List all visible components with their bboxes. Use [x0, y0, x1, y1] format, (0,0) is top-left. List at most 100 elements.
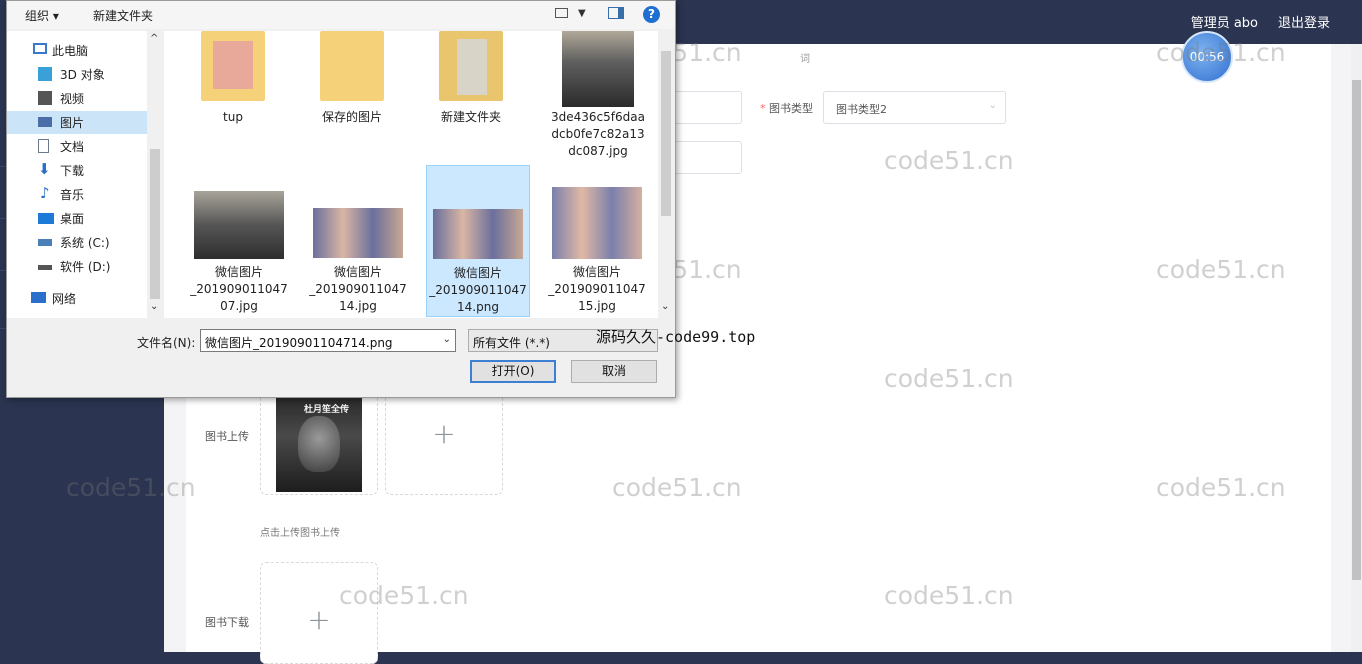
small-label: 词	[800, 54, 810, 65]
chevron-down-icon[interactable]: ▼	[578, 8, 586, 19]
filename-value: 微信图片_20190901104714.png	[205, 336, 393, 350]
nav-item-documents[interactable]: 文档	[7, 135, 147, 158]
nav-item-label: 桌面	[60, 212, 85, 226]
nav-item-label: 软件 (D:)	[60, 260, 111, 274]
video-icon	[38, 91, 52, 105]
page-scrollbar[interactable]	[1351, 44, 1362, 652]
file-item-wx-104714-jpg[interactable]: 微信图片 _201909011047 14.jpg	[306, 186, 410, 316]
cancel-button[interactable]: 取消	[571, 360, 657, 383]
help-icon[interactable]: ?	[643, 6, 660, 23]
folder-icon	[439, 31, 503, 101]
nav-scrollbar-thumb[interactable]	[150, 149, 160, 299]
chevron-down-icon: ⌄	[988, 100, 997, 111]
nav-item-label: 音乐	[60, 188, 85, 202]
watermark-overlay: 源码久久-code99.top	[596, 328, 756, 346]
chevron-down-icon[interactable]: ⌄	[150, 301, 158, 312]
book-type-label: * 图书类型	[760, 102, 813, 115]
file-item-3de436[interactable]: 3de436c5f6daa dcb0fe7c82a13 dc087.jpg	[546, 31, 650, 161]
book-cover-image: 杜月笙全传	[276, 398, 362, 492]
text-input[interactable]	[674, 141, 742, 174]
nav-item-label: 系统 (C:)	[60, 236, 110, 250]
download-icon: ⬇	[38, 160, 51, 178]
drive-icon	[38, 265, 52, 270]
nav-item-label: 下载	[60, 164, 85, 178]
folder-preview	[457, 39, 487, 95]
preview-pane-icon[interactable]	[608, 7, 624, 19]
file-item-tup[interactable]: tup	[181, 31, 285, 161]
book-cover-portrait	[298, 416, 340, 472]
file-list-scrollbar[interactable]: ⌄	[658, 31, 674, 318]
admin-user-name[interactable]: 管理员 abo	[1191, 12, 1258, 31]
desktop-icon	[38, 213, 54, 224]
file-item-saved-pictures[interactable]: 保存的图片	[300, 31, 404, 161]
text-input[interactable]	[674, 91, 742, 124]
cube-icon	[38, 67, 52, 81]
nav-item-pictures[interactable]: 图片	[7, 111, 147, 134]
nav-item-label: 视频	[60, 92, 85, 106]
book-type-select[interactable]: 图书类型2 ⌄	[823, 91, 1006, 124]
document-icon	[38, 139, 49, 153]
nav-item-label: 文档	[60, 140, 85, 154]
filename-label: 文件名(N):	[137, 336, 196, 350]
chevron-down-icon[interactable]: ⌄	[443, 334, 451, 345]
plus-icon: +	[307, 603, 331, 636]
view-options-icon[interactable]	[555, 8, 568, 18]
nav-item-label: 此电脑	[52, 44, 89, 58]
file-list: tup 保存的图片 新建文件夹 3de436c5f6daa dcb0fe7c82…	[164, 31, 658, 318]
folder-preview	[213, 41, 253, 89]
network-icon	[31, 292, 46, 303]
plus-icon: +	[432, 417, 456, 450]
navigation-pane: 此电脑 3D 对象 视频 图片 文档 ⬇ 下载 ♪ 音乐 桌面 系统 (C:) …	[7, 31, 147, 318]
chevron-down-icon[interactable]: ⌄	[661, 301, 669, 312]
file-name: 3de436c5f6daa dcb0fe7c82a13 dc087.jpg	[551, 110, 645, 158]
organize-menu[interactable]: 组织 ▾	[25, 7, 59, 24]
picture-icon	[38, 117, 52, 127]
file-list-scrollbar-thumb[interactable]	[661, 51, 671, 216]
file-item-wx-104714-png[interactable]: 微信图片 _201909011047 14.png	[426, 165, 530, 317]
nav-item-downloads[interactable]: ⬇ 下载	[7, 159, 147, 182]
folder-icon	[320, 31, 384, 101]
computer-icon	[33, 43, 47, 54]
drive-icon	[38, 239, 52, 246]
nav-item-label: 3D 对象	[60, 68, 105, 82]
nav-item-desktop[interactable]: 桌面	[7, 207, 147, 230]
file-name: 微信图片 _201909011047 15.jpg	[548, 265, 646, 313]
file-open-dialog: 组织 ▾ 新建文件夹 ▼ ? 此电脑 3D 对象 视频 图片 文档 ⬇ 下载 ♪…	[6, 0, 676, 398]
open-button[interactable]: 打开(O)	[470, 360, 556, 383]
photo-thumbnail	[552, 187, 642, 259]
new-folder-button[interactable]: 新建文件夹	[93, 7, 153, 24]
logout-link[interactable]: 退出登录	[1278, 12, 1330, 31]
download-upload-button[interactable]: +	[260, 562, 378, 664]
nav-item-this-pc[interactable]: 此电脑	[7, 39, 147, 62]
file-name: 新建文件夹	[440, 110, 501, 124]
nav-item-3d-objects[interactable]: 3D 对象	[7, 63, 147, 86]
music-icon: ♪	[40, 184, 50, 202]
nav-item-network[interactable]: 网络	[7, 287, 147, 310]
file-name: 微信图片 _201909011047 14.jpg	[309, 265, 407, 313]
file-name: 保存的图片	[321, 110, 382, 124]
nav-item-music[interactable]: ♪ 音乐	[7, 183, 147, 206]
avatar-timer: 00:56	[1181, 31, 1233, 83]
file-item-wx-104715[interactable]: 微信图片 _201909011047 15.jpg	[545, 186, 649, 316]
file-item-wx-104707[interactable]: 微信图片 _201909011047 07.jpg	[187, 186, 291, 316]
page-scrollbar-thumb[interactable]	[1352, 80, 1361, 580]
chevron-up-icon[interactable]: ^	[150, 33, 158, 44]
nav-item-label: 图片	[60, 116, 85, 130]
nav-item-drive-c[interactable]: 系统 (C:)	[7, 231, 147, 254]
photo-thumbnail	[313, 208, 403, 258]
book-cover-title: 杜月笙全传	[304, 405, 350, 415]
photo-thumbnail	[194, 191, 284, 259]
file-name: tup	[223, 110, 243, 124]
upload-hint: 点击上传图书上传	[260, 528, 340, 539]
photo-thumbnail	[433, 209, 523, 259]
file-item-new-folder[interactable]: 新建文件夹	[419, 31, 523, 161]
nav-item-drive-d[interactable]: 软件 (D:)	[7, 255, 147, 278]
folder-icon	[201, 31, 265, 101]
nav-item-label: 网络	[52, 292, 77, 306]
photo-thumbnail	[562, 31, 634, 107]
file-name: 微信图片 _201909011047 14.png	[429, 266, 527, 314]
filename-input[interactable]: 微信图片_20190901104714.png ⌄	[200, 329, 456, 352]
nav-scrollbar[interactable]: ^ ⌄	[147, 31, 163, 318]
file-type-value: 所有文件 (*.*)	[473, 336, 550, 350]
nav-item-videos[interactable]: 视频	[7, 87, 147, 110]
